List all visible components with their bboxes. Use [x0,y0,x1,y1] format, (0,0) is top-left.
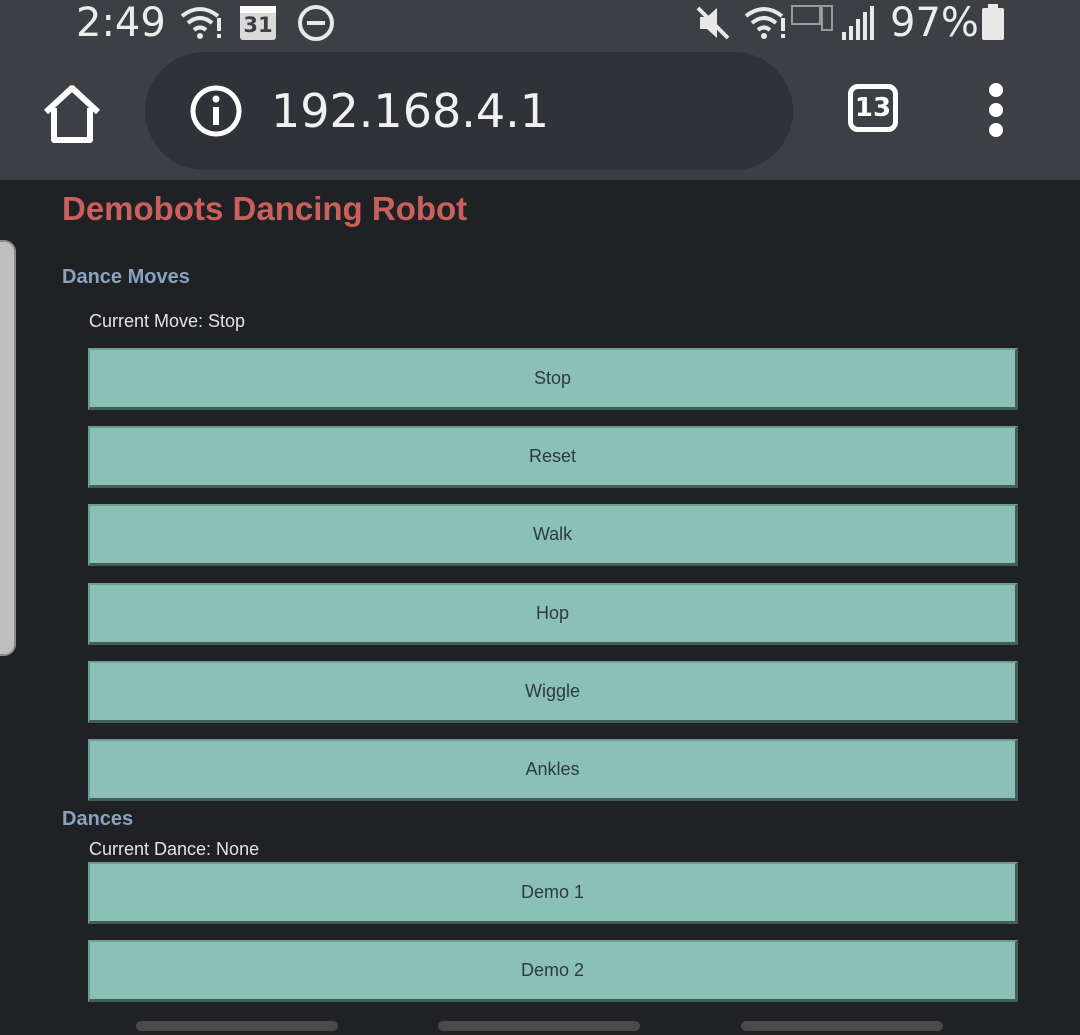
home-icon[interactable] [40,82,104,146]
wifi-alert-icon [744,7,785,39]
wifi-alert-icon [180,7,221,39]
browser-toolbar: 192.168.4.1 13 [0,46,1080,180]
demo-2-button[interactable]: Demo 2 [88,940,1018,1002]
edge-panel-handle[interactable] [0,240,16,656]
status-time: 2:49 [76,0,166,46]
info-icon[interactable] [189,84,243,138]
navigation-bar [0,1018,1080,1035]
calendar-icon: 31 [238,4,278,42]
demo-1-button[interactable]: Demo 1 [88,862,1018,924]
dance-moves-heading: Dance Moves [62,266,190,288]
battery-icon [982,4,1004,40]
walk-button[interactable]: Walk [88,504,1018,566]
page-title: Demobots Dancing Robot [62,190,468,227]
do-not-disturb-icon [298,5,334,41]
nav-recents-handle[interactable] [136,1021,338,1031]
current-dance-label: Current Dance: None [89,839,260,859]
hop-button[interactable]: Hop [88,583,1018,645]
url-text[interactable]: 192.168.4.1 [271,52,549,170]
wiggle-button[interactable]: Wiggle [88,661,1018,723]
nav-home-handle[interactable] [438,1021,640,1031]
tabs-button[interactable]: 13 [848,84,898,132]
calendar-day: 31 [243,13,273,37]
more-vert-icon[interactable] [976,82,1016,138]
ankles-button[interactable]: Ankles [88,739,1018,801]
reset-button[interactable]: Reset [88,426,1018,488]
battery-percent: 97% [890,0,979,46]
nav-back-handle[interactable] [741,1021,943,1031]
signal-icon [842,6,874,40]
lte-icon [791,5,833,31]
dances-heading: Dances [62,808,134,830]
web-page: Demobots Dancing Robot Dance Moves Curre… [0,180,1080,1020]
address-bar[interactable]: 192.168.4.1 [145,52,793,170]
status-bar: 2:49 31 97% [0,0,1080,46]
stop-button[interactable]: Stop [88,348,1018,410]
mute-icon [696,6,730,40]
current-move-label: Current Move: Stop [89,311,246,331]
